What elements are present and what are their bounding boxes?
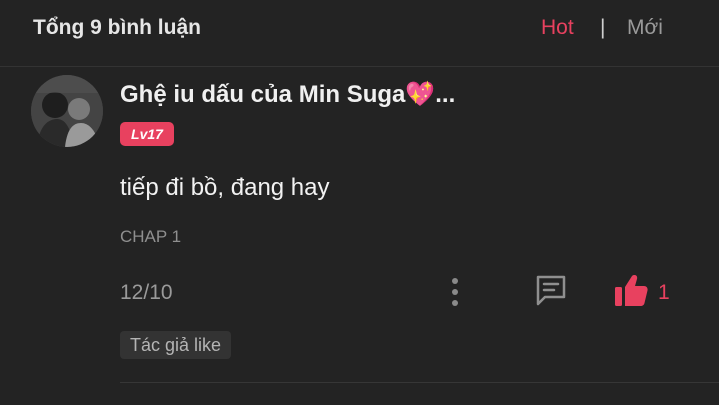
sort-separator: | (600, 16, 606, 39)
author-like-badge: Tác giả like (120, 331, 232, 359)
more-vertical-icon[interactable] (446, 276, 464, 308)
comment-total: Tổng 9 bình luận (33, 16, 201, 39)
level-badge: Lv17 (120, 122, 174, 146)
comment-chapter[interactable]: CHAP 1 (120, 227, 181, 247)
comment-divider (120, 382, 719, 383)
comment-date: 12/10 (120, 281, 173, 304)
thumbs-up-icon[interactable] (613, 274, 649, 308)
comment-username[interactable]: Ghệ iu dấu của Min Suga💖... (120, 80, 455, 109)
comments-header: Tổng 9 bình luận Hot | Mới (0, 0, 719, 66)
header-divider (0, 66, 719, 67)
comment-text: tiếp đi bồ, đang hay (120, 174, 330, 201)
avatar[interactable] (31, 75, 103, 147)
sort-new-tab[interactable]: Mới (627, 16, 663, 40)
reply-icon[interactable] (534, 273, 568, 307)
like-count: 1 (658, 281, 670, 304)
sort-hot-tab[interactable]: Hot (541, 16, 574, 40)
